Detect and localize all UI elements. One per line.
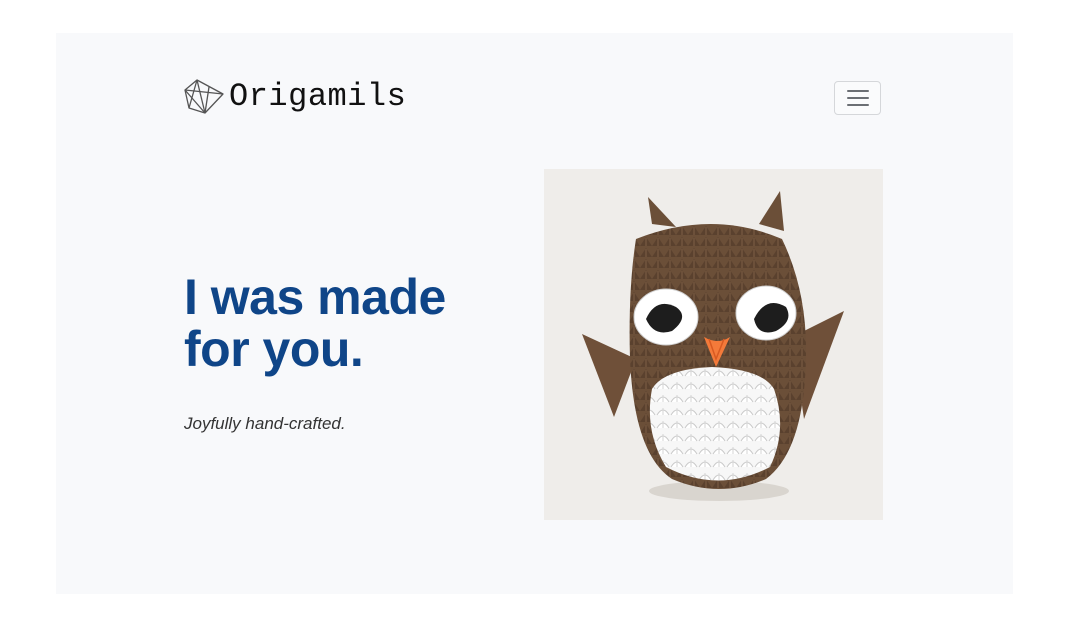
origami-owl-photo: [544, 169, 883, 520]
origami-gem-icon: [184, 79, 224, 114]
menu-toggle-button[interactable]: [834, 81, 881, 115]
hero-headline: I was made for you.: [184, 269, 446, 377]
origami-owl-illustration: [582, 191, 844, 501]
hero-panel: Origamils I was made for you. Joyfully h…: [56, 33, 1013, 594]
hero-tagline: Joyfully hand-crafted.: [184, 414, 346, 433]
brand-link[interactable]: Origamils: [183, 78, 406, 116]
brand-name: Origamils: [229, 78, 407, 115]
hamburger-menu-icon: [846, 90, 869, 106]
